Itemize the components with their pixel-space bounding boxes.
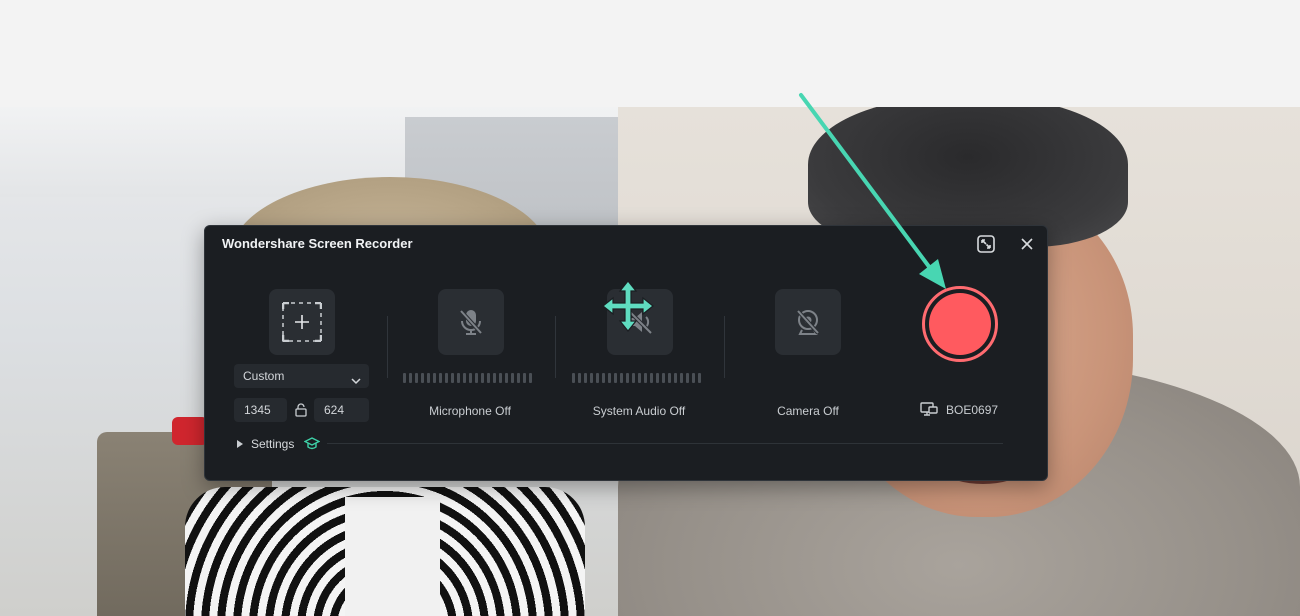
microphone-muted-icon bbox=[459, 309, 483, 335]
caret-right-icon bbox=[237, 440, 243, 448]
camera-label: Camera Off bbox=[777, 404, 839, 418]
system-audio-level-meter bbox=[572, 373, 701, 383]
move-cursor-icon bbox=[602, 280, 654, 332]
close-icon[interactable] bbox=[1017, 234, 1037, 254]
record-button[interactable] bbox=[922, 286, 998, 362]
aspect-lock-icon[interactable] bbox=[295, 403, 307, 417]
region-select-icon bbox=[282, 302, 322, 342]
display-monitor-icon bbox=[920, 402, 938, 416]
column-divider bbox=[724, 316, 725, 378]
chevron-down-icon bbox=[351, 372, 361, 390]
microphone-toggle-button[interactable] bbox=[438, 289, 504, 355]
picture-in-picture-icon[interactable] bbox=[976, 234, 996, 254]
camera-toggle-button[interactable] bbox=[775, 289, 841, 355]
system-audio-label: System Audio Off bbox=[592, 404, 686, 418]
settings-toggle[interactable]: Settings bbox=[237, 436, 321, 452]
height-input[interactable]: 624 bbox=[314, 398, 369, 422]
region-select-button[interactable] bbox=[269, 289, 335, 355]
red-cushion bbox=[172, 417, 208, 445]
participant-undershirt bbox=[345, 497, 440, 616]
screen-recorder-window: Wondershare Screen Recorder Custom 1345 … bbox=[204, 225, 1048, 481]
settings-divider bbox=[327, 443, 1003, 444]
record-dot bbox=[929, 293, 991, 355]
screen: Wondershare Screen Recorder Custom 1345 … bbox=[0, 0, 1300, 616]
camera-off-icon bbox=[796, 309, 820, 335]
settings-label: Settings bbox=[251, 437, 295, 451]
capture-mode-dropdown[interactable]: Custom bbox=[234, 364, 369, 388]
column-divider bbox=[387, 316, 388, 378]
width-input[interactable]: 1345 bbox=[234, 398, 287, 422]
display-name: BOE0697 bbox=[946, 402, 999, 417]
microphone-label: Microphone Off bbox=[429, 404, 511, 418]
display-selector[interactable]: BOE0697 bbox=[920, 402, 998, 417]
window-title: Wondershare Screen Recorder bbox=[222, 236, 413, 251]
graduation-cap-icon[interactable] bbox=[304, 437, 321, 451]
microphone-level-meter bbox=[403, 373, 532, 383]
capture-mode-value: Custom bbox=[243, 369, 285, 383]
column-divider bbox=[555, 316, 556, 378]
